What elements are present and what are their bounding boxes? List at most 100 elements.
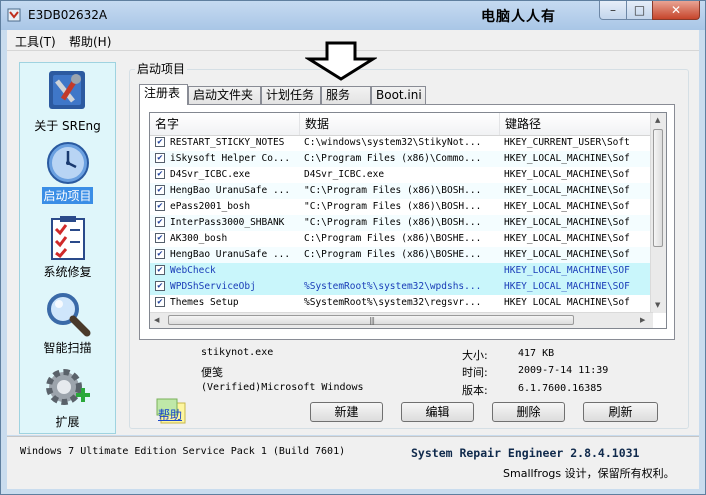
row-path-cell: HKEY_LOCAL_MACHINE\Sof (504, 169, 630, 180)
gear-plus-icon (45, 369, 90, 405)
new-button[interactable]: 新建 (310, 402, 383, 422)
scroll-left-icon[interactable]: ◀ (154, 316, 159, 324)
sidebar-item-startup[interactable]: 启动项目 (20, 141, 115, 204)
magnifier-icon (46, 293, 90, 337)
row-data-cell: C:\Program Files (x86)\BOSHE... (304, 249, 482, 260)
row-path-cell: HKEY_LOCAL_MACHINE\Sof (504, 217, 630, 228)
checklist-icon (50, 216, 85, 260)
row-name-cell: ePass2001_bosh (170, 201, 251, 212)
row-checkbox[interactable]: ✔ (155, 233, 165, 243)
help-link[interactable]: 帮助 (158, 406, 182, 423)
menu-tools[interactable]: 工具(T) (15, 33, 56, 50)
row-path-cell: HKEY_LOCAL_MACHINE\SOF (504, 265, 630, 276)
copyright-text: Smallfrogs 设计，保留所有权利。 (503, 467, 675, 480)
table-row[interactable]: ✔ WebCheck HKEY_LOCAL_MACHINE\SOF (150, 263, 653, 279)
delete-button[interactable]: 删除 (492, 402, 565, 422)
sidebar-label-scan: 智能扫描 (43, 341, 92, 355)
tab-scheduled-tasks[interactable]: 计划任务 (261, 86, 321, 104)
maximize-button[interactable]: □ (626, 1, 653, 20)
detail-file: stikynot.exe (201, 347, 274, 358)
sidebar-label-startup: 启动项目 (42, 187, 93, 204)
client-area: 关于 SREng 启动项目 系统修复 智能扫描 扩展 启动项目 注册表 启动文件… (7, 51, 699, 435)
minimize-button[interactable]: – (599, 1, 627, 20)
row-name-cell: RESTART_STICKY_NOTES (170, 137, 285, 148)
os-version-text: Windows 7 Ultimate Edition Service Pack … (20, 446, 346, 457)
row-data-cell: %SystemRoot%\system32\regsvr... (304, 297, 482, 307)
row-path-cell: HKEY_LOCAL_MACHINE\Sof (504, 297, 630, 307)
row-name-cell: WebCheck (170, 265, 216, 276)
row-path-cell: HKEY_LOCAL_MACHINE\Sof (504, 201, 630, 212)
row-path-cell: HKEY_CURRENT_USER\Soft (504, 137, 630, 148)
row-data-cell: %SystemRoot%\system32\wpdshs... (304, 281, 482, 292)
row-name-cell: HengBao UranuSafe ... (170, 249, 291, 260)
menu-help[interactable]: 帮助(H) (69, 33, 111, 50)
table-row[interactable]: ✔ Themes Setup %SystemRoot%\system32\regsv… (150, 295, 653, 307)
overlay-title: 电脑人人有 (481, 9, 556, 25)
sidebar-item-scan[interactable]: 智能扫描 (20, 291, 115, 356)
table-row[interactable]: ✔ D4Svr_ICBC.exe D4Svr_ICBC.exe HKEY_LOCAL_… (150, 167, 653, 183)
row-data-cell: "C:\Program Files (x86)\BOSH... (304, 185, 482, 196)
horizontal-scrollbar[interactable]: ◀ ||| ▶ (150, 312, 653, 328)
vertical-scrollbar[interactable]: ▲ ▼ (650, 113, 666, 313)
column-name[interactable]: 名字 (150, 113, 300, 135)
tab-registry[interactable]: 注册表 (139, 84, 188, 105)
row-checkbox[interactable]: ✔ (155, 153, 165, 163)
row-name-cell: iSkysoft Helper Co... (170, 153, 291, 164)
row-checkbox[interactable]: ✔ (155, 297, 165, 307)
row-path-cell: HKEY_LOCAL_MACHINE\Sof (504, 233, 630, 244)
startup-listview[interactable]: 名字 数据 键路径 ✔ RESTART_STICKY_NOTES C:\window… (149, 112, 667, 329)
edit-button[interactable]: 编辑 (401, 402, 474, 422)
row-path-cell: HKEY_LOCAL_MACHINE\Sof (504, 249, 630, 260)
row-name-cell: WPDShServiceObj (170, 281, 256, 292)
time-label: 时间: (462, 366, 488, 379)
row-checkbox[interactable]: ✔ (155, 185, 165, 195)
row-data-cell: C:\Program Files (x86)\Commo... (304, 153, 482, 164)
sidebar: 关于 SREng 启动项目 系统修复 智能扫描 扩展 (19, 62, 116, 434)
tab-boot-ini[interactable]: Boot.ini (371, 86, 426, 104)
table-row[interactable]: ✔ RESTART_STICKY_NOTES C:\windows\system32… (150, 135, 653, 151)
tab-startup-folder[interactable]: 启动文件夹 (188, 86, 261, 104)
row-checkbox[interactable]: ✔ (155, 281, 165, 291)
column-data[interactable]: 数据 (300, 113, 500, 135)
scroll-up-icon[interactable]: ▲ (655, 116, 660, 124)
row-name-cell: InterPass3000_SHBANK (170, 217, 285, 228)
column-key-path[interactable]: 键路径 (500, 113, 653, 135)
vertical-scroll-thumb[interactable] (653, 129, 663, 247)
clock-icon (46, 142, 89, 184)
row-checkbox[interactable]: ✔ (155, 201, 165, 211)
sidebar-item-repair[interactable]: 系统修复 (20, 215, 115, 280)
title-bar[interactable]: E3DB02632A 电脑人人有 – □ ✕ (1, 1, 705, 30)
scroll-right-icon[interactable]: ▶ (640, 316, 645, 324)
table-row[interactable]: ✔ AK300_bosh C:\Program Files (x86)\BOSHE.… (150, 231, 653, 247)
row-path-cell: HKEY_LOCAL_MACHINE\Sof (504, 153, 630, 164)
table-row[interactable]: ✔ WPDShServiceObj %SystemRoot%\system32\wp… (150, 279, 653, 295)
table-row[interactable]: ✔ InterPass3000_SHBANK "C:\Program Files (… (150, 215, 653, 231)
table-row[interactable]: ✔ HengBao UranuSafe ... "C:\Program Files … (150, 183, 653, 199)
row-path-cell: HKEY_LOCAL_MACHINE\SOF (504, 281, 630, 292)
horizontal-scroll-thumb[interactable]: ||| (168, 315, 574, 325)
refresh-button[interactable]: 刷新 (583, 402, 658, 422)
row-checkbox[interactable]: ✔ (155, 169, 165, 179)
tab-services[interactable]: 服务 (321, 86, 371, 104)
row-name-cell: AK300_bosh (170, 233, 228, 244)
list-header: 名字 数据 键路径 (150, 113, 666, 136)
table-row[interactable]: ✔ iSkysoft Helper Co... C:\Program Files (… (150, 151, 653, 167)
row-data-cell: D4Svr_ICBC.exe (304, 169, 385, 180)
row-data-cell: "C:\Program Files (x86)\BOSH... (304, 217, 482, 228)
close-button[interactable]: ✕ (652, 1, 700, 20)
row-checkbox[interactable]: ✔ (155, 249, 165, 259)
scroll-down-icon[interactable]: ▼ (655, 301, 660, 309)
window-title: E3DB02632A (28, 8, 108, 22)
row-checkbox[interactable]: ✔ (155, 265, 165, 275)
sidebar-item-about[interactable]: 关于 SREng (20, 65, 115, 134)
row-checkbox[interactable]: ✔ (155, 217, 165, 227)
version-value: 6.1.7600.16385 (518, 383, 603, 394)
row-checkbox[interactable]: ✔ (155, 137, 165, 147)
detail-description: 便笺 (201, 366, 223, 379)
sidebar-item-extend[interactable]: 扩展 (20, 365, 115, 430)
table-row[interactable]: ✔ HengBao UranuSafe ... C:\Program Files (… (150, 247, 653, 263)
time-value: 2009-7-14 11:39 (518, 365, 609, 376)
row-data-cell: "C:\Program Files (x86)\BOSH... (304, 201, 482, 212)
app-icon (7, 8, 21, 22)
table-row[interactable]: ✔ ePass2001_bosh "C:\Program Files (x86)\B… (150, 199, 653, 215)
